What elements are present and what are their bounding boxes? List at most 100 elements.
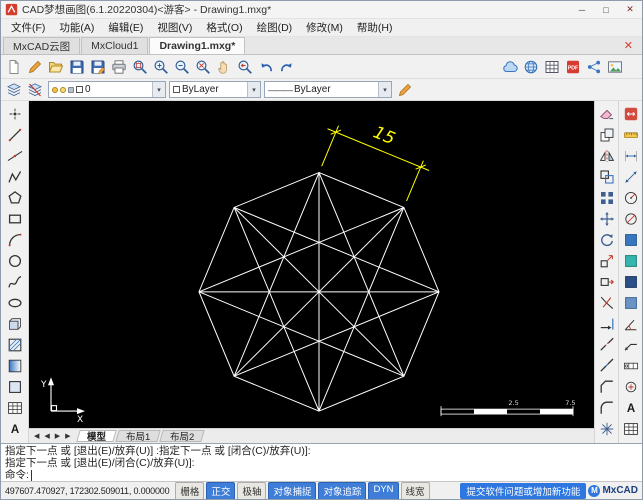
feedback-link[interactable]: 提交软件问题或增加新功能 [460,482,587,499]
zoom-previous-icon[interactable] [235,57,255,77]
menu-help[interactable]: 帮助(H) [350,19,400,36]
layout-nav-first[interactable]: ◀ [32,432,41,440]
center-mark-icon[interactable] [621,376,641,397]
toggle-grid[interactable]: 栅格 [175,482,205,499]
swatch-steel-icon[interactable] [621,292,641,313]
trim-icon[interactable] [597,292,617,313]
redo-icon[interactable] [277,57,297,77]
rectangle-icon[interactable] [5,208,25,229]
break-icon[interactable] [597,334,617,355]
command-line-panel[interactable]: 指定下一点 或 [退出(E)/放弃(U)] :指定下一点 或 [闭合(C)/放弃… [1,443,642,481]
doc-tab-mxcloud1[interactable]: MxCloud1 [81,37,149,54]
zoom-extents-icon[interactable] [193,57,213,77]
join-icon[interactable] [597,355,617,376]
open-file-icon[interactable] [46,57,66,77]
zoom-window-icon[interactable] [130,57,150,77]
explode-icon[interactable] [597,418,617,439]
menu-edit[interactable]: 编辑(E) [101,19,150,36]
menu-view[interactable]: 视图(V) [150,19,199,36]
hatch-icon[interactable] [5,334,25,355]
rotate-icon[interactable] [597,229,617,250]
text-style-icon[interactable]: A [621,397,641,418]
layout-nav-prev[interactable]: ◀ [42,432,51,440]
leader-icon[interactable] [621,334,641,355]
dim-style-icon[interactable] [621,103,641,124]
share-icon[interactable] [584,57,604,77]
toggle-dyn[interactable]: DYN [368,482,399,499]
scale-bar[interactable]: 2.5 7.5 [440,399,576,417]
insert-block-icon[interactable] [5,313,25,334]
swatch-teal-icon[interactable] [621,250,641,271]
stretch-icon[interactable] [597,271,617,292]
xline-icon[interactable] [5,145,25,166]
edit-properties-icon[interactable] [395,80,415,100]
toggle-polar[interactable]: 极轴 [237,482,267,499]
menu-draw[interactable]: 绘图(D) [250,19,300,36]
zoom-in-icon[interactable] [151,57,171,77]
new-file-icon[interactable] [4,57,24,77]
dim-radius-icon[interactable] [621,187,641,208]
menu-modify[interactable]: 修改(M) [299,19,350,36]
region-icon[interactable] [5,376,25,397]
toggle-osnap[interactable]: 对象捕捉 [268,482,317,499]
chamfer-icon[interactable] [597,376,617,397]
command-prompt-row[interactable]: 命令: [5,469,638,481]
point-icon[interactable] [5,103,25,124]
dim-aligned-icon[interactable] [621,166,641,187]
chevron-down-icon[interactable]: ▾ [247,82,260,97]
menu-file[interactable]: 文件(F) [4,19,52,36]
pan-icon[interactable] [214,57,234,77]
layout-tab-layout1[interactable]: 布局1 [114,430,161,443]
pdf-icon[interactable]: PDF [563,57,583,77]
layout-tab-layout2[interactable]: 布局2 [159,430,205,443]
arc-icon[interactable] [5,229,25,250]
line-icon[interactable] [5,124,25,145]
dim-linear-icon[interactable] [621,145,641,166]
print-icon[interactable] [109,57,129,77]
chevron-down-icon[interactable]: ▾ [378,82,391,97]
doc-tab-mxcad-cloud[interactable]: MxCAD云图 [3,37,81,54]
erase-icon[interactable] [597,103,617,124]
table-icon[interactable] [5,397,25,418]
tolerance-icon[interactable] [621,355,641,376]
zoom-out-icon[interactable] [172,57,192,77]
toggle-lineweight[interactable]: 线宽 [400,482,430,499]
layout-tab-model[interactable]: 模型 [75,430,117,443]
mtext-icon[interactable]: A [5,418,25,439]
close-button[interactable]: ✕ [618,1,642,18]
toggle-otrack[interactable]: 对象追踪 [318,482,367,499]
layout-nav-last[interactable]: ▶ [63,432,72,440]
copy-icon[interactable] [597,124,617,145]
color-select[interactable]: ByLayer ▾ [169,81,261,98]
minimize-button[interactable]: ─ [570,1,594,18]
gradient-icon[interactable] [5,355,25,376]
table-style-icon[interactable] [621,418,641,439]
fillet-icon[interactable] [597,397,617,418]
doc-tab-drawing1[interactable]: Drawing1.mxg* [149,37,246,54]
drawing-canvas[interactable]: 15 Y X 2.5 7.5 [29,101,594,428]
array-icon[interactable] [597,187,617,208]
move-icon[interactable] [597,208,617,229]
maximize-button[interactable]: □ [594,1,618,18]
globe-icon[interactable] [521,57,541,77]
layers-icon[interactable] [4,80,24,100]
dim-angular-icon[interactable] [621,313,641,334]
circle-icon[interactable] [5,250,25,271]
layer-off-icon[interactable] [25,80,45,100]
edit-icon[interactable] [25,57,45,77]
spline-icon[interactable] [5,271,25,292]
cloud-icon[interactable] [500,57,520,77]
mirror-icon[interactable] [597,145,617,166]
offset-icon[interactable] [597,166,617,187]
octagram-figure[interactable] [198,172,440,412]
linetype-select[interactable]: ——— ByLayer ▾ [264,81,392,98]
swatch-navy-icon[interactable] [621,271,641,292]
scale-icon[interactable] [597,250,617,271]
chevron-down-icon[interactable]: ▾ [152,82,165,97]
polyline-icon[interactable] [5,166,25,187]
image-icon[interactable] [605,57,625,77]
extend-icon[interactable] [597,313,617,334]
polygon-icon[interactable] [5,187,25,208]
save-icon[interactable] [67,57,87,77]
menu-format[interactable]: 格式(O) [199,19,249,36]
